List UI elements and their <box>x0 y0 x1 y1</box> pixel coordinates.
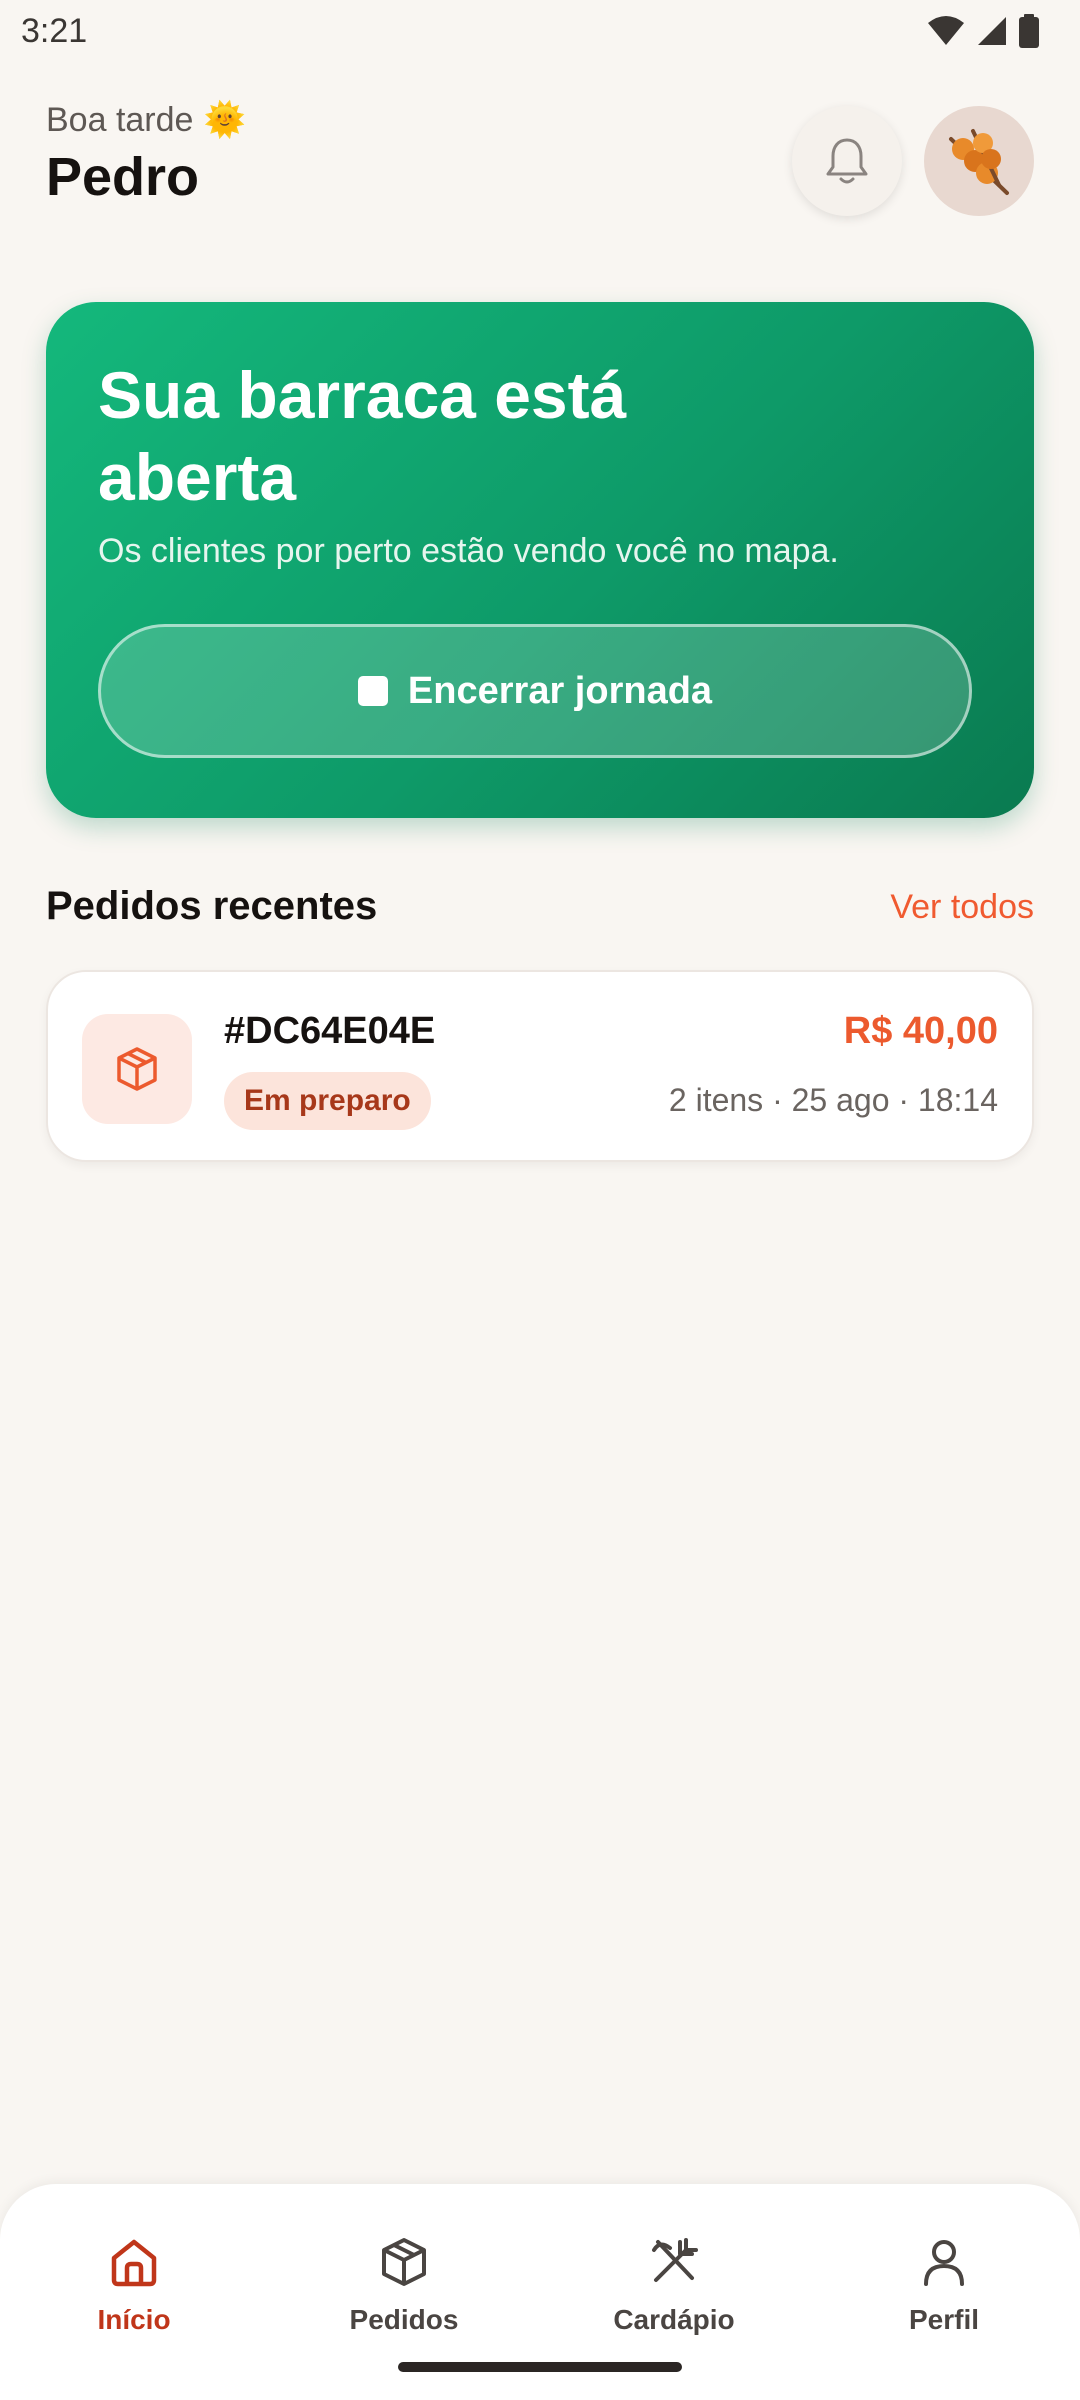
package-icon <box>382 2238 426 2286</box>
package-icon <box>117 1047 157 1091</box>
nav-label-profile: Perfil <box>908 2304 980 2335</box>
nav-label-home: Início <box>97 2304 171 2335</box>
recent-orders-title: Pedidos recentes <box>46 884 378 928</box>
status-time: 3:21 <box>21 12 88 50</box>
status-icons <box>926 14 1040 48</box>
avatar[interactable] <box>924 106 1034 216</box>
battery-icon <box>1019 14 1039 48</box>
sun-emoji: 🌞 <box>203 101 246 139</box>
store-status-card: Sua barraca está aberta Os clientes por … <box>46 302 1034 818</box>
utensils-crossed-icon <box>652 2238 698 2282</box>
greeting-text: Boa tarde <box>46 100 194 139</box>
home-indicator <box>398 2362 682 2372</box>
home-icon <box>111 2239 157 2287</box>
signal-icon <box>978 17 1006 45</box>
end-shift-button[interactable]: Encerrar jornada <box>98 624 972 758</box>
nav-item-profile[interactable]: Perfil <box>844 2234 1044 2336</box>
skewer-avatar-icon <box>949 129 1009 195</box>
order-card[interactable]: #DC64E04E R$ 40,00 Em preparo 2 itens · … <box>46 970 1034 1162</box>
order-price: R$ 40,00 <box>843 1010 998 1052</box>
end-shift-label: Encerrar jornada <box>407 669 713 712</box>
status-bar: 3:21 <box>0 0 1080 66</box>
see-all-link[interactable]: Ver todos <box>890 888 1034 927</box>
order-id: #DC64E04E <box>224 1010 436 1052</box>
user-name: Pedro <box>46 147 200 207</box>
order-meta: 2 itens · 25 ago · 18:14 <box>668 1082 998 1118</box>
nav-label-orders: Pedidos <box>349 2304 459 2335</box>
notifications-button[interactable] <box>792 106 902 216</box>
nav-item-orders[interactable]: Pedidos <box>304 2234 504 2336</box>
order-status-badge: Em preparo <box>224 1072 431 1130</box>
store-status-subtitle: Os clientes por perto estão vendo você n… <box>98 532 839 570</box>
user-icon <box>924 2240 964 2286</box>
nav-item-menu[interactable]: Cardápio <box>574 2234 774 2336</box>
wifi-icon <box>928 16 964 45</box>
order-icon-container <box>82 1014 192 1124</box>
nav-item-home[interactable]: Início <box>34 2234 234 2336</box>
store-status-title: Sua barraca está aberta <box>98 358 627 514</box>
stop-icon <box>357 676 388 706</box>
bell-icon <box>826 138 868 184</box>
greeting: Boa tarde 🌞 <box>46 100 246 140</box>
nav-label-menu: Cardápio <box>613 2304 735 2335</box>
